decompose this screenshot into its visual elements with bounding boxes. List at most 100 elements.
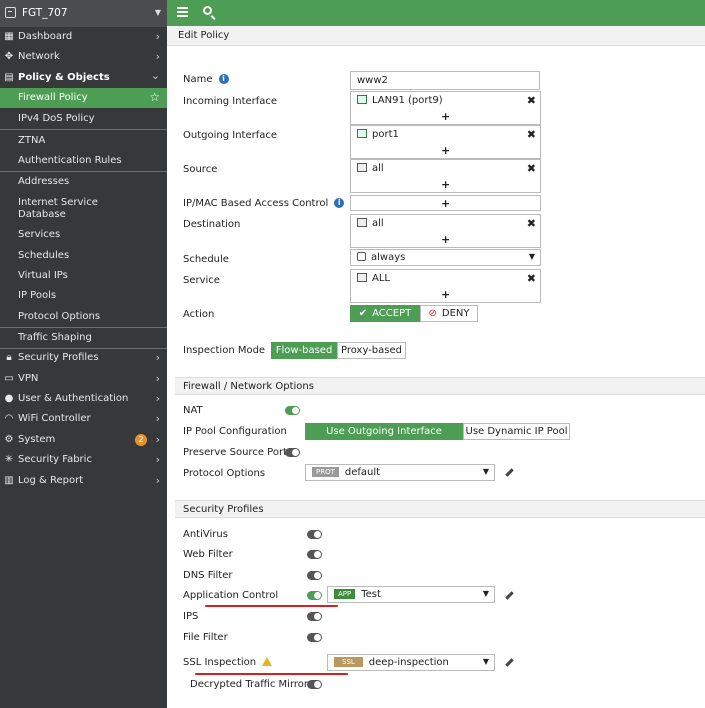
sidebar-item-policy-objects[interactable]: ▤ Policy & Objects ⌄ — [0, 68, 167, 88]
sidebar-item-security-profiles[interactable]: 🔒︎ Security Profiles › — [0, 348, 167, 368]
sidebar-item-ipv4-dos-policy[interactable]: IPv4 DoS Policy — [0, 109, 167, 129]
web-filter-toggle[interactable] — [307, 550, 322, 559]
sidebar-item-virtual-ips[interactable]: Virtual IPs — [0, 266, 167, 286]
ssl-selected: SSL deep-inspection — [334, 657, 449, 668]
application-control-toggle[interactable] — [307, 591, 322, 600]
sidebar-item-services[interactable]: Services — [0, 225, 167, 245]
destination-field[interactable]: all ✖ + — [350, 214, 541, 248]
menu-icon[interactable] — [177, 7, 188, 17]
dashboard-icon: ▦ — [4, 31, 14, 42]
sidebar-item-vpn[interactable]: ▭ VPN › — [0, 369, 167, 389]
port-icon — [357, 95, 367, 104]
ssl-inspection-select[interactable]: SSL deep-inspection ▼ — [327, 654, 495, 671]
sidebar-item-security-fabric[interactable]: ✳ Security Fabric › — [0, 450, 167, 470]
section-title: Firewall / Network Options — [183, 381, 314, 392]
remove-icon[interactable]: ✖ — [527, 162, 536, 175]
sidebar-item-dashboard[interactable]: ▦ Dashboard › — [0, 27, 167, 47]
sidebar-item-ip-pools[interactable]: IP Pools — [0, 286, 167, 306]
sidebar-item-system[interactable]: ⚙ System 2 › — [0, 430, 167, 450]
schedule-select[interactable]: always ▼ — [350, 249, 541, 266]
warning-icon — [262, 657, 273, 666]
selected-item: port1 — [357, 129, 399, 140]
sidebar-item-log-report[interactable]: ▥ Log & Report › — [0, 471, 167, 491]
device-selector[interactable]: FGT_707 ▼ — [0, 0, 167, 27]
source-field[interactable]: all ✖ + — [350, 159, 541, 193]
sidebar-item-internet-service-database[interactable]: Internet Service Database — [0, 193, 167, 225]
remove-icon[interactable]: ✖ — [527, 94, 536, 107]
accept-button[interactable]: ✔ ACCEPT — [350, 305, 420, 322]
sidebar-item-label: System — [18, 434, 56, 445]
edit-icon[interactable] — [504, 657, 514, 667]
sidebar-item-firewall-policy[interactable]: Firewall Policy ☆ — [0, 88, 167, 108]
notification-badge: 2 — [135, 434, 147, 446]
ipmac-label: IP/MAC Based Access Control i — [183, 198, 345, 209]
preserve-source-port-toggle[interactable] — [285, 448, 300, 457]
accept-label: ACCEPT — [372, 308, 412, 319]
nat-toggle[interactable] — [285, 406, 300, 415]
sidebar-item-authentication-rules[interactable]: Authentication Rules — [0, 151, 167, 171]
search-icon[interactable] — [203, 6, 212, 15]
add-icon[interactable]: + — [441, 144, 450, 157]
destination-label: Destination — [183, 219, 241, 230]
sidebar-item-label: Authentication Rules — [18, 155, 122, 166]
antivirus-label: AntiVirus — [183, 529, 228, 540]
port-icon — [357, 129, 367, 138]
report-icon: ▥ — [4, 475, 14, 486]
dns-filter-toggle[interactable] — [307, 571, 322, 580]
ips-toggle[interactable] — [307, 612, 322, 621]
add-icon[interactable]: + — [441, 110, 450, 123]
use-outgoing-interface-button[interactable]: Use Outgoing Interface Address — [305, 423, 463, 454]
app-selected: APP Test — [334, 589, 381, 600]
sidebar-item-label: Log & Report — [18, 475, 84, 486]
sidebar-item-ztna[interactable]: ZTNA — [0, 131, 167, 151]
firewall-network-options-header: Firewall / Network Options — [175, 377, 705, 395]
name-input[interactable]: www2 — [350, 71, 540, 90]
sidebar-item-schedules[interactable]: Schedules — [0, 246, 167, 266]
remove-icon[interactable]: ✖ — [527, 272, 536, 285]
proxy-based-button[interactable]: Proxy-based — [337, 342, 406, 359]
add-icon[interactable]: + — [441, 288, 450, 301]
sidebar-item-user-authentication[interactable]: ● User & Authentication › — [0, 389, 167, 409]
protocol-value: default — [344, 467, 381, 478]
decrypted-traffic-mirror-toggle[interactable] — [307, 680, 322, 689]
file-filter-toggle[interactable] — [307, 633, 322, 642]
remove-icon[interactable]: ✖ — [527, 128, 536, 141]
edit-icon[interactable] — [504, 590, 514, 600]
dns-filter-label: DNS Filter — [183, 570, 233, 581]
info-icon[interactable]: i — [334, 198, 345, 208]
deny-button[interactable]: ⊘ DENY — [420, 305, 478, 322]
add-icon[interactable]: + — [441, 233, 450, 246]
ipmac-field[interactable]: + — [350, 195, 541, 211]
sidebar-item-label: Policy & Objects — [18, 72, 110, 83]
outgoing-interface-field[interactable]: port1 ✖ + — [350, 125, 541, 159]
sidebar-item-protocol-options[interactable]: Protocol Options — [0, 307, 167, 327]
use-dynamic-ip-pool-button[interactable]: Use Dynamic IP Pool — [463, 423, 570, 440]
star-icon[interactable]: ☆ — [149, 90, 160, 104]
device-icon — [5, 7, 16, 18]
add-icon[interactable]: + — [441, 197, 450, 210]
sidebar-item-addresses[interactable]: Addresses — [0, 172, 167, 192]
sidebar-item-label: VPN — [18, 373, 39, 384]
protocol-options-label: Protocol Options — [183, 468, 266, 479]
add-icon[interactable]: + — [441, 178, 450, 191]
sidebar-item-traffic-shaping[interactable]: Traffic Shaping — [0, 328, 167, 348]
chevron-right-icon: › — [155, 372, 160, 385]
sidebar-item-label: Dashboard — [18, 31, 73, 42]
source-value: all — [372, 163, 384, 174]
info-icon[interactable]: i — [218, 74, 229, 84]
edit-icon[interactable] — [504, 467, 514, 477]
antivirus-toggle[interactable] — [307, 530, 322, 539]
ssl-inspection-label: SSL Inspection — [183, 657, 273, 668]
ip-pool-label: IP Pool Configuration — [183, 426, 287, 437]
selected-item: all — [357, 218, 384, 229]
application-control-label: Application Control — [183, 590, 279, 601]
protocol-options-select[interactable]: PROT default ▼ — [305, 464, 495, 481]
sidebar-item-network[interactable]: ✥ Network › — [0, 47, 167, 67]
application-control-select[interactable]: APP Test ▼ — [327, 586, 495, 603]
incoming-interface-field[interactable]: LAN91 (port9) ✖ + — [350, 91, 541, 125]
remove-icon[interactable]: ✖ — [527, 217, 536, 230]
service-field[interactable]: ALL ✖ + — [350, 269, 541, 303]
flow-based-button[interactable]: Flow-based — [271, 342, 337, 359]
sidebar-item-wifi-controller[interactable]: ◠ WiFi Controller › — [0, 409, 167, 429]
name-label: Name i — [183, 74, 229, 85]
